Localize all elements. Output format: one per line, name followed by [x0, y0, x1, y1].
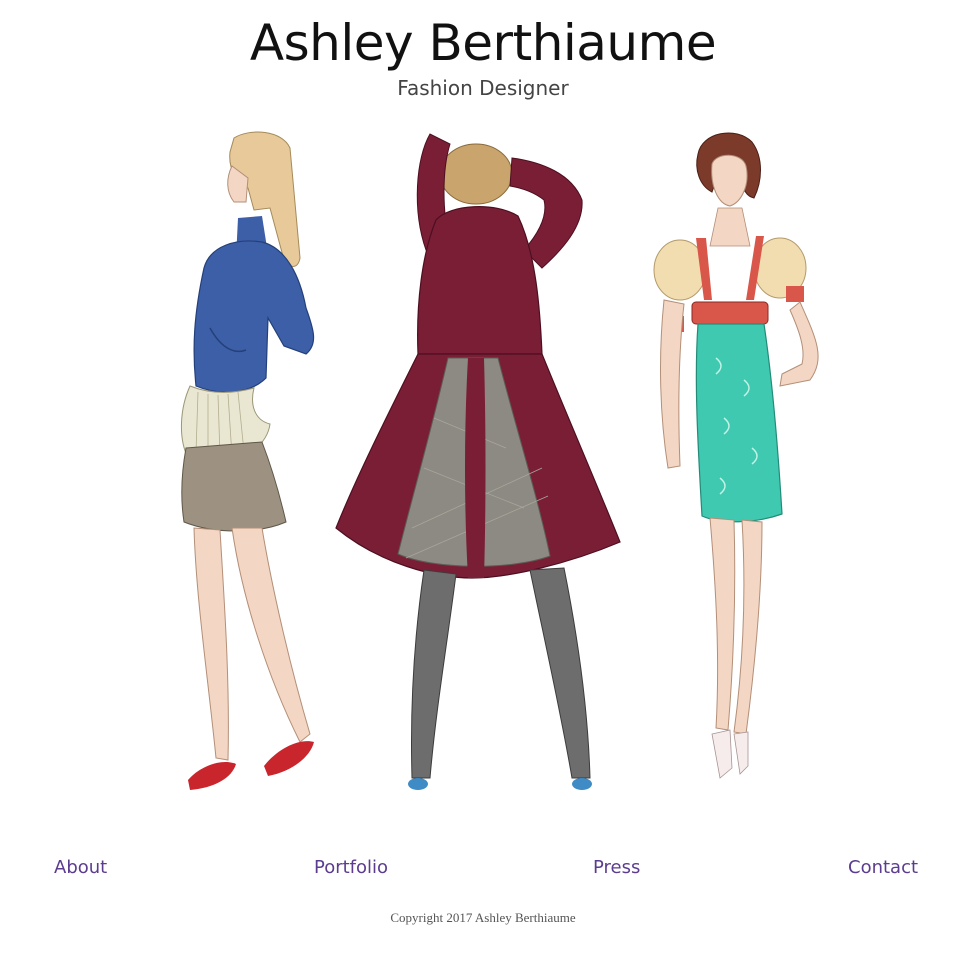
nav-link-contact[interactable]: Contact — [848, 852, 918, 884]
site-subtitle: Fashion Designer — [397, 76, 569, 100]
main-nav: About Portfolio Press Contact — [0, 852, 966, 884]
hero-illustration — [150, 118, 840, 808]
figure-blue-sweater — [180, 131, 315, 790]
nav-link-portfolio[interactable]: Portfolio — [314, 852, 388, 884]
site-title: Ashley Berthiaume — [249, 14, 717, 72]
figure-burgundy-coat — [335, 133, 621, 790]
copyright-footer: Copyright 2017 Ashley Berthiaume — [390, 910, 576, 925]
nav-link-press[interactable]: Press — [593, 852, 640, 884]
figure-teal-dress — [653, 132, 819, 779]
nav-link-about[interactable]: About — [54, 852, 107, 884]
